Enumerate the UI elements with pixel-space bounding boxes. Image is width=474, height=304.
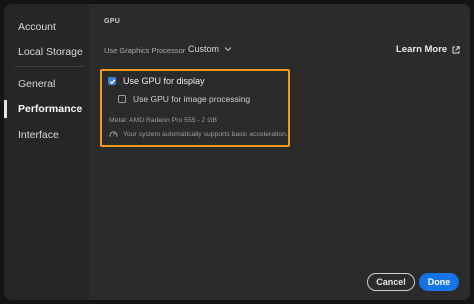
- preferences-sidebar: Account Local Storage General Performanc…: [4, 4, 90, 300]
- gpu-image-processing-label: Use GPU for image processing: [133, 94, 251, 104]
- acceleration-note: Your system automatically supports basic…: [109, 130, 288, 139]
- learn-more-label: Learn More: [396, 44, 448, 55]
- gpu-display-label: Use GPU for display: [123, 76, 205, 86]
- sidebar-item-general[interactable]: General: [4, 73, 90, 95]
- cancel-button[interactable]: Cancel: [367, 273, 415, 291]
- sidebar-divider: [14, 66, 84, 67]
- gpu-display-checkbox[interactable]: Use GPU for display: [108, 76, 205, 86]
- window-frame: Account Local Storage General Performanc…: [0, 0, 474, 304]
- external-link-icon: [452, 45, 460, 53]
- graphics-processor-dropdown[interactable]: Custom: [188, 44, 232, 54]
- graphics-processor-value: Custom: [188, 44, 220, 54]
- chevron-down-icon: [224, 47, 232, 52]
- sidebar-item-account[interactable]: Account: [4, 16, 90, 38]
- graphics-processor-label: Use Graphics Processor: [104, 46, 186, 55]
- sidebar-item-interface[interactable]: Interface: [4, 124, 90, 146]
- done-button[interactable]: Done: [419, 273, 459, 291]
- preferences-dialog: Account Local Storage General Performanc…: [4, 4, 470, 300]
- gauge-icon: [109, 131, 118, 137]
- sidebar-item-performance[interactable]: Performance: [4, 98, 90, 120]
- checkbox-unchecked-icon: [118, 95, 126, 103]
- gpu-image-processing-checkbox[interactable]: Use GPU for image processing: [118, 94, 250, 104]
- sidebar-item-local-storage[interactable]: Local Storage: [4, 41, 90, 63]
- metal-gpu-info: Metal: AMD Radeon Pro 555 - 2 GB: [109, 117, 218, 124]
- acceleration-note-text: Your system automatically supports basic…: [123, 131, 288, 138]
- section-title: GPU: [104, 18, 121, 25]
- learn-more-link[interactable]: Learn More: [396, 44, 460, 55]
- checkbox-checked-icon: [108, 77, 116, 85]
